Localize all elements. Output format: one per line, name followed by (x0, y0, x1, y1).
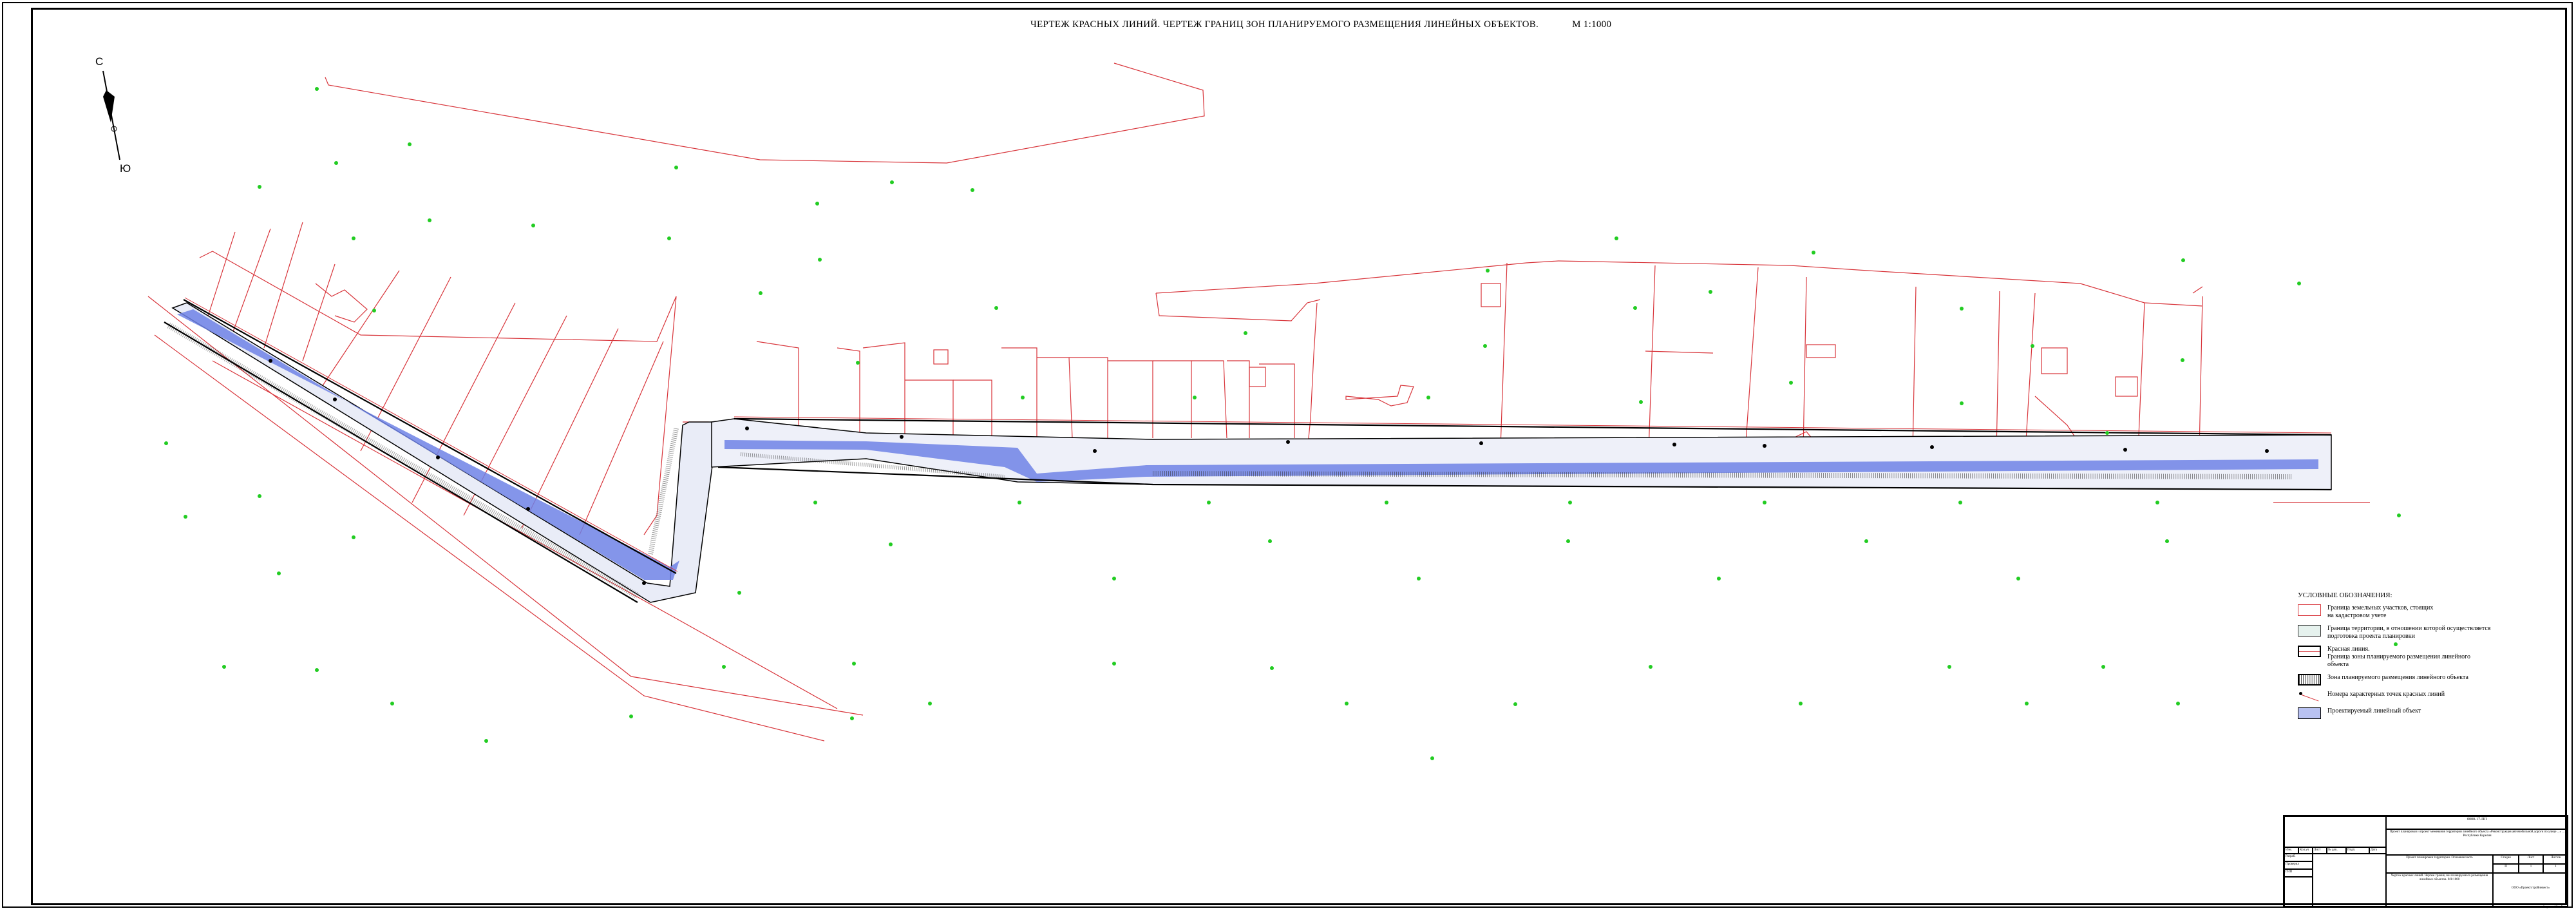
stamp-organization: ООО «Проектстройинвест» (2493, 873, 2568, 906)
territory-boundary-swatch (2298, 625, 2321, 637)
road-edge-sw3 (212, 360, 838, 709)
stamp-sheet: 1 (2519, 864, 2543, 873)
stamp-role-cell: № док. (2327, 847, 2346, 854)
legend-item-text: Зона планируемого размещения линейного о… (2327, 674, 2468, 681)
placement-zone-swatch (2298, 674, 2321, 686)
stamp-signature-area (2313, 854, 2386, 906)
parcel-divider-b (1500, 262, 1508, 448)
parcel-w5 (953, 379, 992, 438)
stamp-blank (2284, 877, 2313, 906)
stamp-role-cell: Дата (2369, 847, 2386, 854)
legend-item-parcel-boundary: Граница земельных участков, стоящих на к… (2298, 604, 2491, 620)
legend-item-text: Номера характерных точек красных линий (2327, 691, 2445, 698)
parcel-w6 (1001, 347, 1037, 438)
parcel-divider-e (1803, 276, 1807, 452)
parcel-w12 (1227, 360, 1250, 438)
legend: УСЛОВНЫЕ ОБОЗНАЧЕНИЯ: Граница земельных … (2298, 591, 2491, 724)
stamp-revision-grid (2284, 816, 2386, 847)
legend-item-placement-zone: Зона планируемого размещения линейного о… (2298, 674, 2491, 686)
stamp-role-cell: Лист (2313, 847, 2327, 854)
designed-road-sw (177, 309, 679, 580)
parcel-w7 (1037, 357, 1073, 439)
stamp-sheet-title: Чертеж красных линий. Чертеж границ зон … (2386, 873, 2493, 906)
stamp-role-cell: Кол.уч (2298, 847, 2313, 854)
legend-item-text: Граница земельных участков, стоящих на к… (2327, 604, 2434, 619)
red-line-offsets (184, 297, 2332, 572)
legend-item-designed-object: Проектируемый линейный объект (2298, 707, 2491, 719)
stamp-person-role: Разраб. (2284, 854, 2313, 861)
parcel-w11 (1191, 360, 1227, 439)
sheet-format: Формат А3 x 5 (2543, 906, 2563, 909)
legend-item-territory-boundary: Граница территории, в отношении которой … (2298, 625, 2491, 640)
road-edge-sw2 (154, 334, 825, 742)
stamp-stage-label: Стадия (2493, 855, 2519, 864)
building-g (1345, 385, 1414, 407)
south-label: Ю (120, 162, 131, 175)
stamp-person-role: ГИП (2284, 869, 2313, 877)
stamp-person-role: Проверил (2284, 861, 2313, 869)
parcel-w4 (905, 379, 954, 438)
legend-item-characteristic-point: Номера характерных точек красных линий (2298, 691, 2491, 702)
parcel-sw-9 (521, 328, 619, 529)
parcel-sw-3 (263, 222, 303, 349)
parcel-w9 (1108, 360, 1153, 438)
designed-object-swatch (2298, 707, 2321, 719)
parcel-divider-d (1745, 267, 1759, 452)
parcel-divider-g (1996, 291, 2000, 452)
parcel-w10 (1153, 360, 1192, 438)
parcel-divider-c (1648, 265, 1656, 452)
legend-item-text: Проектируемый линейный объект (2327, 707, 2421, 714)
road-placement-zone (164, 297, 2332, 603)
building-a (933, 349, 949, 365)
stamp-sheets: 1 (2543, 864, 2568, 873)
parcel-divider-i (2137, 302, 2145, 452)
legend-item-text: Красная линия. Граница зоны планируемого… (2327, 646, 2471, 668)
plan-drawing (102, 62, 2401, 760)
parcel-divider-h (2025, 292, 2036, 452)
parcel-divider-a (1307, 302, 1318, 452)
building-c (1481, 283, 1501, 307)
parcel-row-kink (1155, 292, 1321, 321)
parcel-marker (2192, 286, 2203, 294)
stamp-role-cell: Подп. (2346, 847, 2369, 854)
parcel-top-large (325, 62, 1205, 164)
parcel-w3 (862, 342, 905, 438)
building-b (1249, 367, 1266, 387)
stamp-project: Проект планировки и проект межевания тер… (2386, 829, 2568, 855)
parcel-sw-1 (205, 231, 236, 323)
building-f (2115, 376, 2138, 397)
legend-title: УСЛОВНЫЕ ОБОЗНАЧЕНИЯ: (2298, 591, 2392, 599)
legend-item-red-line: Красная линия. Граница зоны планируемого… (2298, 646, 2491, 669)
parcel-w2 (837, 347, 860, 438)
building-e (2041, 347, 2068, 374)
parcel-w8 (1069, 357, 1108, 438)
parcel-w13 (1259, 363, 1295, 438)
building-d (1806, 344, 1836, 358)
parcel-divider-j (2199, 296, 2203, 452)
parcel-sw-10 (579, 341, 664, 535)
parcel-divider-f (1912, 286, 1917, 452)
parcel-inner-line (1645, 350, 1714, 354)
stamp-sheet-label: Лист (2519, 855, 2543, 864)
legend-item-text: Граница территории, в отношении которой … (2327, 625, 2491, 640)
parcel-row-north (1155, 260, 1559, 294)
red-line-swatch (2298, 646, 2321, 657)
characteristic-point-swatch (2298, 691, 2321, 702)
parcel-sw-4 (302, 264, 336, 361)
parcel-sw-2 (231, 228, 271, 336)
parcel-sw-5 (321, 270, 400, 387)
parcel-boundaries (147, 62, 2370, 742)
title-block: 0000-17-ПП Проект планировки и проект ме… (2283, 815, 2568, 907)
north-arrow (102, 70, 120, 160)
stamp-stage: П (2493, 864, 2519, 873)
parcel-boundary-swatch (2298, 604, 2321, 616)
north-label: С (95, 55, 104, 68)
stamp-code: 0000-17-ПП (2386, 816, 2568, 829)
parcel-sw-building (315, 283, 368, 323)
stamp-section: Проект планировки территории. Основная ч… (2386, 855, 2493, 873)
stamp-role-cell: Изм. (2284, 847, 2298, 854)
stamp-sheets-label: Листов (2543, 855, 2568, 864)
